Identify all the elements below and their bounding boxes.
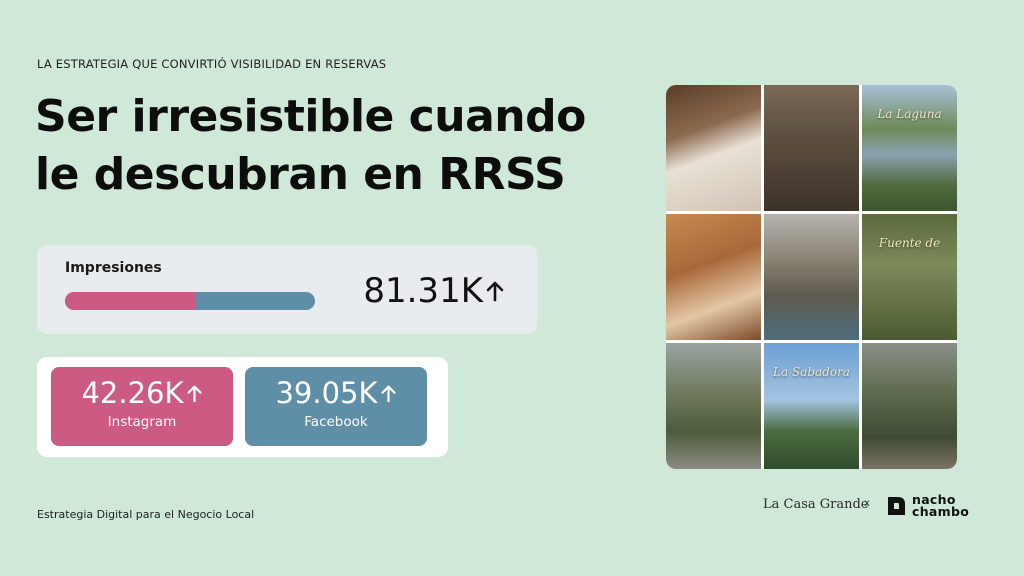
brand-right-line-2: chambo — [912, 503, 970, 519]
photo-fountain: Fuente de — [862, 214, 957, 340]
title-line-1: Ser irresistible cuando — [35, 91, 586, 142]
eyebrow-text: LA ESTRATEGIA QUE CONVIRTIÓ VISIBILIDAD … — [37, 57, 387, 71]
photo-bedroom — [666, 214, 761, 340]
social-breakdown-card: 42.26K Instagram 39.05K Facebook — [37, 357, 448, 457]
footer-text: Estrategia Digital para el Negocio Local — [37, 508, 255, 521]
brand-nacho-chambo: nacho chambo — [886, 492, 969, 519]
impressions-value: 81.31K — [363, 271, 505, 311]
impressions-label: Impresiones — [65, 260, 162, 276]
facebook-value: 39.05K — [275, 376, 378, 410]
photo-terrace — [862, 343, 957, 469]
nacho-chambo-logo-icon — [886, 495, 907, 517]
impressions-number: 81.31K — [363, 271, 483, 311]
brand-name-left: La Casa Grande — [763, 497, 869, 512]
instagram-value-row: 42.26K — [51, 376, 233, 410]
impressions-instagram-fill — [65, 292, 195, 310]
impressions-split-bar — [65, 292, 315, 310]
instagram-label: Instagram — [107, 414, 177, 430]
photo-stone-house — [666, 343, 761, 469]
facebook-stat: 39.05K Facebook — [245, 367, 427, 446]
brand-name-right: nacho chambo — [912, 493, 970, 519]
page-title: Ser irresistible cuando le descubran en … — [35, 88, 586, 204]
photo-caption: La Laguna — [877, 107, 942, 121]
brand-separator: x — [864, 498, 870, 509]
arrow-up-icon — [186, 376, 203, 410]
photo-caption: Fuente de — [878, 236, 941, 250]
impressions-card: Impresiones 81.31K — [37, 245, 537, 334]
instagram-stat: 42.26K Instagram — [51, 367, 233, 446]
photo-fireplace — [764, 85, 859, 211]
facebook-label: Facebook — [304, 414, 368, 430]
title-line-2: le descubran en RRSS — [35, 149, 566, 200]
arrow-up-icon — [380, 376, 397, 410]
photo-caption: La Sabadora — [773, 365, 850, 379]
facebook-value-row: 39.05K — [245, 376, 427, 410]
photo-living-room — [666, 85, 761, 211]
photo-lagoon: La Laguna — [862, 85, 957, 211]
photo-river-forest — [764, 214, 859, 340]
photo-landscape: La Sabadora — [764, 343, 859, 469]
brand-la-casa-grande: La Casa Grande — [763, 497, 869, 512]
instagram-photo-grid: La Laguna Fuente de La Sabadora — [666, 85, 957, 469]
instagram-value: 42.26K — [81, 376, 184, 410]
arrow-up-icon — [485, 271, 505, 311]
